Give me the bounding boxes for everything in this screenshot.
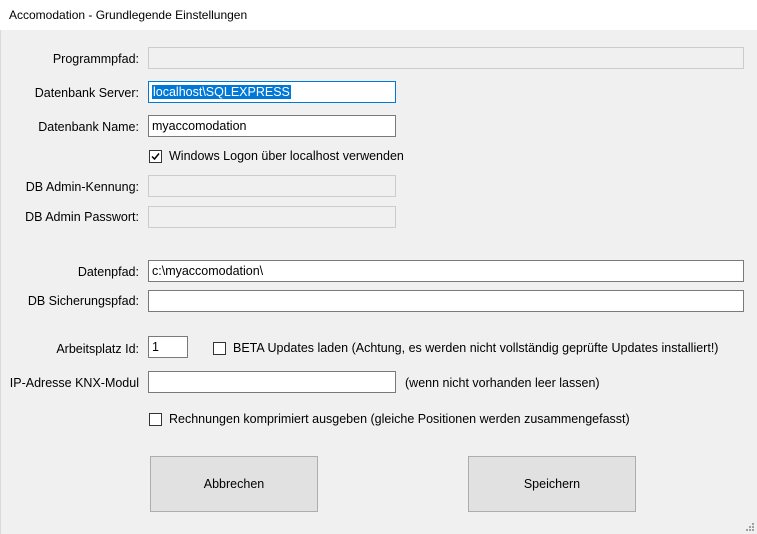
arbeitsplatz-id-field[interactable]: 1 <box>148 336 188 358</box>
db-admin-passwort-label: DB Admin Passwort: <box>25 210 139 224</box>
db-sicherungspfad-label: DB Sicherungspfad: <box>27 294 139 308</box>
windows-logon-checkbox[interactable]: Windows Logon über localhost verwenden <box>149 149 404 163</box>
cancel-button[interactable]: Abbrechen <box>150 456 318 512</box>
windows-logon-box[interactable] <box>149 149 162 163</box>
resize-grip-icon[interactable] <box>744 521 755 532</box>
db-admin-passwort-field <box>148 206 396 228</box>
ip-knx-hint: (wenn nicht vorhanden leer lassen) <box>405 376 600 390</box>
windows-logon-label: Windows Logon über localhost verwenden <box>169 149 404 163</box>
datenpfad-field[interactable]: c:\myaccomodation\ <box>148 260 744 282</box>
db-admin-kennung-field <box>148 175 396 197</box>
title-bar[interactable]: Accomodation - Grundlegende Einstellunge… <box>0 0 757 30</box>
save-button-label: Speichern <box>523 477 581 491</box>
db-name-label: Datenbank Name: <box>38 120 139 134</box>
arbeitsplatz-id-label: Arbeitsplatz Id: <box>56 342 139 356</box>
programmpfad-label: Programmpfad: <box>52 52 139 66</box>
db-admin-kennung-label: DB Admin-Kennung: <box>25 180 139 194</box>
window-title: Accomodation - Grundlegende Einstellunge… <box>9 8 248 22</box>
rechnungen-label: Rechnungen komprimiert ausgeben (gleiche… <box>169 412 630 426</box>
rechnungen-checkbox[interactable]: Rechnungen komprimiert ausgeben (gleiche… <box>149 412 630 426</box>
checkmark-icon <box>151 152 160 160</box>
beta-updates-label: BETA Updates laden (Achtung, es werden n… <box>233 341 719 355</box>
beta-updates-checkbox[interactable]: BETA Updates laden (Achtung, es werden n… <box>213 341 718 355</box>
db-server-field[interactable]: localhost\SQLEXPRESS <box>148 81 396 103</box>
db-server-label: Datenbank Server: <box>34 86 139 100</box>
settings-form <box>0 30 757 534</box>
save-button[interactable]: Speichern <box>468 456 636 512</box>
window-border <box>0 30 1 534</box>
programmpfad-field <box>148 47 744 69</box>
rechnungen-box[interactable] <box>149 412 162 426</box>
ip-knx-field[interactable] <box>148 371 396 393</box>
datenpfad-label: Datenpfad: <box>77 265 139 279</box>
db-sicherungspfad-field[interactable] <box>148 290 744 312</box>
db-server-value: localhost\SQLEXPRESS <box>152 85 291 99</box>
db-name-field[interactable]: myaccomodation <box>148 115 396 137</box>
cancel-button-label: Abbrechen <box>203 477 265 491</box>
beta-updates-box[interactable] <box>213 341 226 355</box>
ip-knx-label: IP-Adresse KNX-Modul <box>9 376 139 390</box>
